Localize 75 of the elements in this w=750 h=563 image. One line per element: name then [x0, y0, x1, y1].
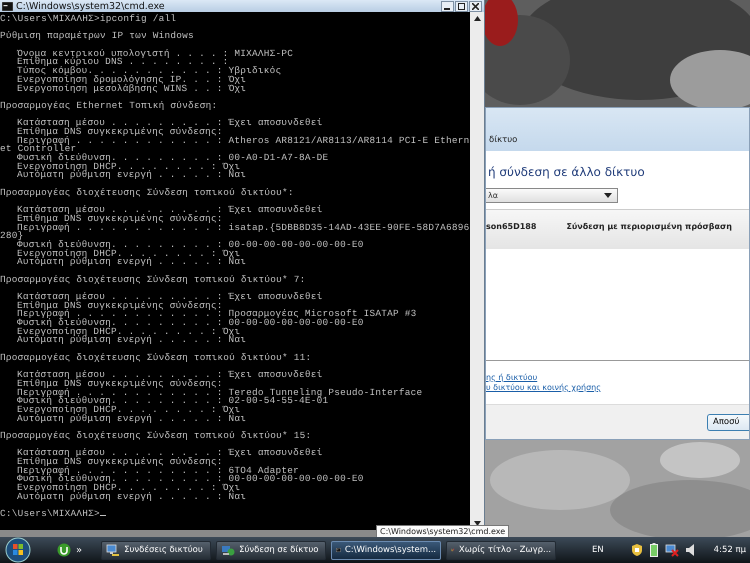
console-line: Αυτόματη ρύθμιση ενεργή . . . . . : Ναι — [17, 412, 246, 424]
taskbar-button[interactable]: Χωρίς τίτλο - Ζωγρ... — [446, 540, 556, 560]
speaker-icon[interactable] — [686, 544, 695, 556]
console-line: Κατάσταση μέσου . . . . . . . . . : Έχει αποσυνδεθεί — [17, 369, 323, 380]
console-line: Προσαρμογέας διοχέτευσης Σύνδεση τοπικού δικτύου*: — [0, 186, 294, 198]
console-line: Ενεργοποίηση DHCP. . . . . . . . : Όχι — [17, 404, 240, 415]
console-line: Ενεργοποίηση DHCP. . . . . . . . : Όχι — [17, 248, 240, 259]
network-icon — [221, 544, 236, 556]
dialog-heading: ή σύνδεση σε άλλο δίκτυο — [487, 164, 646, 179]
console-line: 280} — [0, 230, 24, 242]
console-line: Προσαρμογέας διοχέτευσης Σύνδεση τοπικού δικτύου* 15: — [0, 430, 312, 441]
console-line: Φυσική διεύθυνση. . . . . . . . . : 02-00-54-55-4E-01 — [17, 395, 328, 406]
maximize-button[interactable] — [455, 0, 468, 12]
console-line: Επίθημα DNS συγκεκριμένης σύνδεσης: — [17, 378, 223, 389]
close-button[interactable] — [469, 0, 482, 12]
dialog-title: δίκτυο — [489, 135, 518, 145]
console-line: et Controller — [0, 143, 76, 154]
console-line: Κατάσταση μέσου . . . . . . . . . : Έχει αποσυνδεθεί — [17, 204, 323, 216]
console-line: Ρύθμιση παραμέτρων IP των Windows — [0, 30, 194, 42]
console-line: Επίθημα DNS συγκεκριμένης σύνδεσης: — [17, 126, 223, 137]
disconnect-button[interactable]: Αποσύ — [707, 414, 749, 430]
console-line: Ενεργοποίηση DHCP. . . . . . . . : Όχι — [17, 326, 240, 337]
console-line: Προσαρμογέας διοχέτευσης Σύνδεση τοπικού δικτύου* 11: — [0, 352, 312, 363]
console-prompt: C:\Users\ΜΙΧΑΛΗΣ> — [0, 508, 100, 520]
console-line: Ενεργοποίηση DHCP. . . . . . . . : Όχι — [17, 482, 240, 494]
console-line: Τύπος κόμβου. . . . . . . . . . . : Υβριδικός — [17, 65, 282, 76]
network-error-icon[interactable] — [664, 543, 679, 557]
more-button[interactable]: » — [76, 544, 82, 556]
console-line: Προσαρμογέας Ethernet Τοπική σύνδεση: — [0, 100, 218, 111]
console-line: Κατάσταση μέσου . . . . . . . . . : Έχει αποσυνδεθεί — [17, 291, 323, 302]
console-line: Ενεργοποίηση μεσολάβησης WINS . . : Όχι — [17, 82, 246, 94]
console-line: Περιγραφή . . . . . . . . . . . . : Atheros AR8121/AR8113/AR8114 PCI-E Ethern — [17, 134, 470, 146]
console-line: Αυτόματη ρύθμιση ενεργή . . . . . : Ναι — [17, 334, 246, 346]
taskbar-button[interactable]: Συνδέσεις δικτύου — [101, 540, 212, 560]
console-line: Φυσική διεύθυνση. . . . . . . . . : 00-00-00-00-00-00-00-E0 — [17, 238, 364, 250]
window-title: C:\Windows\system32\cmd.exe — [16, 0, 166, 12]
network-name: son65D188 — [486, 222, 536, 231]
console-line: Ενεργοποίηση DHCP. . . . . . . . : Όχι — [17, 160, 240, 172]
settings-link[interactable]: ης ή δικτύου — [486, 373, 749, 382]
console-line: Κατάσταση μέσου . . . . . . . . . : Έχει αποσυνδεθεί — [17, 117, 323, 128]
console-line: Αυτόματη ρύθμιση ενεργή . . . . . : Ναι — [17, 490, 246, 502]
maximize-icon — [458, 2, 465, 10]
language-indicator[interactable]: EN — [592, 545, 604, 555]
security-icon[interactable] — [630, 543, 643, 557]
console-line: Κατάσταση μέσου . . . . . . . . . : Έχει αποσυνδεθεί — [17, 447, 323, 458]
caret-icon — [604, 193, 612, 198]
taskbar-button[interactable]: C:\Windows\system... — [331, 540, 442, 560]
windows-logo-icon — [5, 537, 31, 563]
network-icon — [106, 544, 120, 556]
text-cursor — [100, 514, 106, 516]
battery-icon[interactable] — [650, 543, 658, 557]
console-line: C:\Users\ΜΙΧΑΛΗΣ>ipconfig /all — [0, 13, 176, 24]
console-line: Αυτόματη ρύθμιση ενεργή . . . . . : Ναι — [17, 256, 246, 268]
console-line: Επίθημα DNS συγκεκριμένης σύνδεσης: — [17, 212, 223, 224]
network-row[interactable]: son65D188 Σύνδεση με περιορισμένη πρόσβαση — [486, 209, 749, 249]
minimize-button[interactable] — [441, 0, 454, 12]
console-line: Όνομα κεντρικού υπολογιστή . . . . : ΜΙΧΑΛΗΣ-PC — [17, 48, 294, 59]
console-line: Προσαρμογέας διοχέτευσης Σύνδεση τοπικού δικτύου* 7: — [0, 274, 306, 285]
torrent-icon[interactable] — [57, 543, 71, 557]
settings-link[interactable]: υ δικτύου και κοινής χρήσης — [486, 383, 749, 392]
console-line: Ενεργοποίηση δρομολόγησης IP. . . : Όχι — [17, 74, 246, 85]
console-line: Φυσική διεύθυνση. . . . . . . . . : 00-00-00-00-00-00-00-E0 — [17, 473, 364, 484]
console-line: Επίθημα DNS συγκεκριμένης σύνδεσης: — [17, 456, 223, 468]
clock[interactable]: 4:52 πμ — [714, 545, 746, 555]
taskbar-button[interactable]: Σύνδεση σε δίκτυο — [216, 540, 326, 560]
start-button[interactable] — [4, 537, 32, 563]
close-icon — [472, 2, 479, 10]
console-line: Περιγραφή . . . . . . . . . . . . : isatap.{5DBB8D35-14AD-43EE-90FE-58D7A6896 — [17, 222, 470, 232]
console-line: Αυτόματη ρύθμιση ενεργή . . . . . : Ναι — [17, 169, 246, 180]
network-status: Σύνδεση με περιορισμένη πρόσβαση — [566, 222, 732, 231]
console-icon — [2, 2, 13, 10]
console-line: Φυσική διεύθυνση. . . . . . . . . : 00-A0-D1-A7-8A-DE — [17, 152, 328, 163]
network-dropdown[interactable]: λα — [486, 188, 618, 203]
tooltip: C:\Windows\system32\cmd.exe — [376, 525, 510, 537]
console-line: Φυσική διεύθυνση. . . . . . . . . : 00-00-00-00-00-00-00-E0 — [17, 317, 364, 328]
